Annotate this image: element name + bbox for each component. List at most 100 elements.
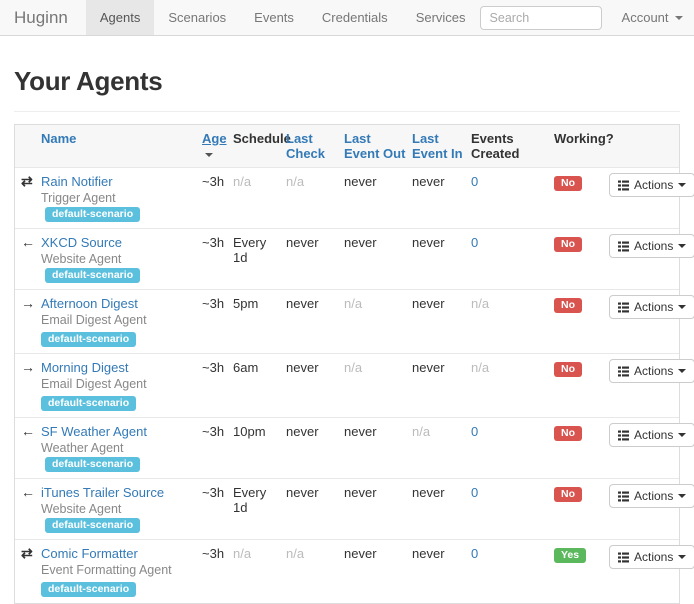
actions-button[interactable]: Actions [609,359,694,383]
name-cell: Morning Digest Email Digest Agent default… [41,354,202,417]
nav-item-events[interactable]: Events [240,0,308,35]
scenario-badge[interactable]: default-scenario [41,396,136,411]
events-created-cell[interactable]: 0 [471,418,554,478]
working-status-badge: No [554,362,582,377]
agent-name-link[interactable]: XKCD Source [41,235,122,250]
arrow-right-icon: → [21,359,35,375]
last-event-out-cell: n/a [344,290,412,353]
events-created-cell[interactable]: 0 [471,229,554,289]
scenario-badge[interactable]: default-scenario [45,518,140,533]
column-header-label: Age [202,131,227,146]
scenario-badge[interactable]: default-scenario [45,268,140,283]
last-check-cell: never [286,418,344,478]
scenario-badge[interactable]: default-scenario [45,457,140,472]
account-dropdown[interactable]: Account [622,10,683,25]
working-cell: No [554,290,609,353]
events-created-cell[interactable]: 0 [471,168,554,228]
last-event-in-cell: never [412,540,471,603]
th-list-icon [618,302,629,313]
schedule-cell: 6am [233,354,286,417]
actions-button[interactable]: Actions [609,545,694,569]
actions-button[interactable]: Actions [609,295,694,319]
chevron-down-icon [678,244,686,248]
name-cell: Comic Formatter Event Formatting Agent de… [41,540,202,603]
working-cell: Yes [554,540,609,603]
agent-type-label: Trigger Agent [41,191,116,205]
name-cell: iTunes Trailer Source Website Agent defau… [41,479,202,539]
agent-type-label: Email Digest Agent [41,377,147,391]
nav-item-services[interactable]: Services [402,0,480,35]
events-created-cell[interactable]: 0 [471,479,554,539]
actions-button[interactable]: Actions [609,484,694,508]
agent-name-link[interactable]: iTunes Trailer Source [41,485,164,500]
scenario-badge[interactable]: default-scenario [41,582,136,597]
nav-items: AgentsScenariosEventsCredentialsServices [86,0,480,35]
actions-label: Actions [634,489,673,503]
arrow-left-icon: ← [21,234,35,250]
column-header-age[interactable]: Age [202,125,233,167]
schedule-cell: n/a [233,540,286,603]
actions-label: Actions [634,428,673,442]
nav-item-scenarios[interactable]: Scenarios [154,0,240,35]
working-cell: No [554,354,609,417]
actions-button[interactable]: Actions [609,173,694,197]
table-row: → Afternoon Digest Email Digest Agentdef… [15,289,679,353]
brand-huginn[interactable]: Huginn [14,0,86,35]
last-check-cell: never [286,229,344,289]
agent-type-label: Website Agent [41,502,121,516]
th-list-icon [618,430,629,441]
name-cell: Rain Notifier Trigger Agent default-scena… [41,168,202,228]
navbar: Huginn AgentsScenariosEventsCredentialsS… [0,0,694,36]
chevron-down-icon [675,16,683,20]
age-cell: ~3h [202,540,233,603]
nav-item-credentials[interactable]: Credentials [308,0,402,35]
column-header-label: Last Event Out [344,131,405,161]
column-header-last-event-in[interactable]: Last Event In [412,125,471,167]
agent-name-link[interactable]: Comic Formatter [41,546,138,561]
transfer-icon: ⇄ [21,545,33,561]
schedule-cell: Every 1d [233,229,286,289]
agent-type-label: Website Agent [41,252,121,266]
name-cell: SF Weather Agent Weather Agent default-sc… [41,418,202,478]
schedule-cell: n/a [233,168,286,228]
column-header-last-check[interactable]: Last Check [286,125,344,167]
table-row: ← SF Weather Agent Weather Agentdefault-… [15,417,679,478]
divider [14,111,680,112]
chevron-down-icon [678,555,686,559]
nav-item-agents[interactable]: Agents [86,0,154,35]
working-cell: No [554,168,609,228]
working-cell: No [554,418,609,478]
scenario-badge[interactable]: default-scenario [45,207,140,222]
age-cell: ~3h [202,418,233,478]
actions-button[interactable]: Actions [609,423,694,447]
column-header-name[interactable]: Name [41,125,202,167]
chevron-down-icon [678,305,686,309]
table-row: ← iTunes Trailer Source Website Agent def… [15,478,679,539]
actions-button[interactable]: Actions [609,234,694,258]
working-status-badge: No [554,426,582,441]
th-list-icon [618,180,629,191]
search-input[interactable] [480,6,602,30]
agent-name-link[interactable]: Morning Digest [41,360,128,375]
column-header-last-event-out[interactable]: Last Event Out [344,125,412,167]
last-check-cell: n/a [286,540,344,603]
age-cell: ~3h [202,479,233,539]
agent-name-link[interactable]: SF Weather Agent [41,424,147,439]
last-event-out-cell: never [344,168,412,228]
table-header-row: NameAgeScheduleLast CheckLast Event OutL… [15,125,679,167]
agent-type-label: Weather Agent [41,441,123,455]
arrow-left-icon: ← [21,484,35,500]
scenario-badge[interactable]: default-scenario [41,332,136,347]
last-event-in-cell: n/a [412,418,471,478]
agent-type-label: Event Formatting Agent [41,563,172,577]
chevron-down-icon [678,369,686,373]
agent-name-link[interactable]: Rain Notifier [41,174,113,189]
th-list-icon [618,366,629,377]
table-row: → Morning Digest Email Digest Agent defau… [15,353,679,417]
agent-name-link[interactable]: Afternoon Digest [41,296,138,311]
actions-label: Actions [634,239,673,253]
actions-label: Actions [634,178,673,192]
column-header-working: Working? [554,125,609,167]
chevron-down-icon [678,183,686,187]
events-created-cell[interactable]: 0 [471,540,554,603]
